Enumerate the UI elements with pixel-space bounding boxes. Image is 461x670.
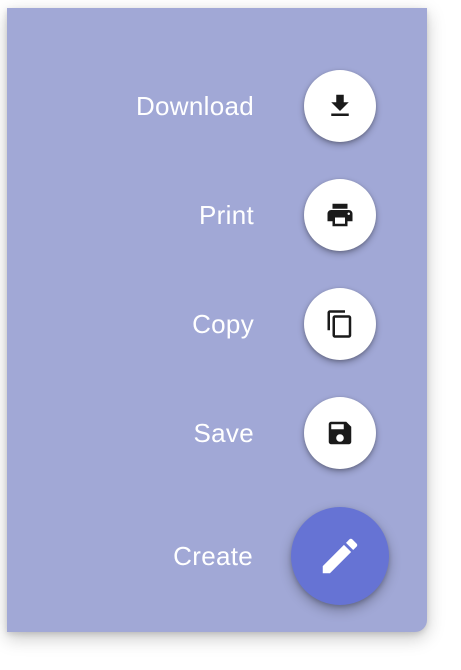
download-action[interactable]: Download — [136, 70, 427, 142]
download-icon — [331, 94, 349, 116]
print-icon — [327, 203, 353, 227]
save-action[interactable]: Save — [194, 397, 427, 469]
save-icon — [328, 421, 352, 445]
pencil-icon — [322, 538, 358, 574]
copy-icon — [327, 310, 352, 338]
speed-dial-panel: Download Print Copy Save Create — [7, 8, 427, 632]
save-label: Save — [193, 417, 254, 448]
print-button[interactable] — [304, 179, 376, 251]
copy-button[interactable] — [304, 288, 376, 360]
save-button[interactable] — [304, 397, 376, 469]
download-label: Download — [135, 90, 254, 121]
print-action[interactable]: Print — [199, 179, 427, 251]
speed-dial: Download Print Copy Save Create — [7, 8, 427, 632]
create-label: Create — [173, 540, 253, 571]
page: Download Print Copy Save Create — [0, 0, 461, 670]
download-button[interactable] — [304, 70, 376, 142]
copy-label: Copy — [192, 308, 254, 339]
copy-action[interactable]: Copy — [192, 288, 427, 360]
create-button[interactable] — [291, 507, 389, 605]
print-label: Print — [199, 199, 254, 230]
create-action[interactable]: Create — [173, 507, 427, 605]
